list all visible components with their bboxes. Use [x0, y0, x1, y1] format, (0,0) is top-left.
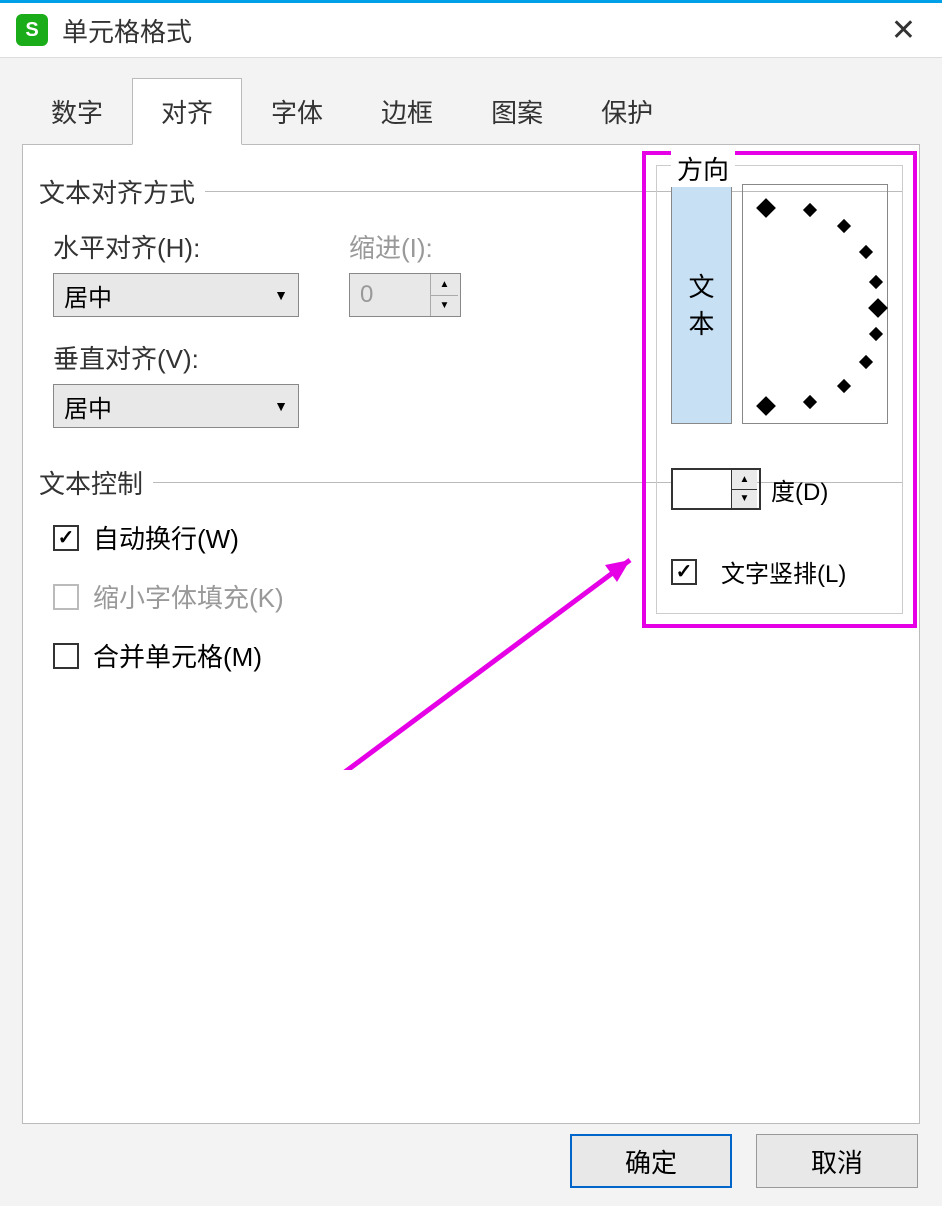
- wrap-text-label: 自动换行(W): [93, 519, 239, 556]
- vertical-align-value: 居中: [64, 389, 112, 424]
- tab-bar: 数字 对齐 字体 边框 图案 保护: [22, 78, 942, 145]
- shrink-fit-checkbox: [53, 584, 79, 610]
- vertical-layout-checkbox[interactable]: [671, 559, 697, 585]
- orientation-preview: 文 本: [671, 184, 888, 424]
- indent-label: 缩进(I):: [349, 228, 461, 265]
- arc-point-icon: [837, 379, 851, 393]
- text-control-label: 文本控制: [39, 464, 143, 501]
- window-title: 单元格格式: [62, 12, 192, 49]
- merge-cells-checkbox[interactable]: [53, 643, 79, 669]
- tab-number[interactable]: 数字: [22, 78, 132, 145]
- arc-point-icon: [869, 275, 883, 289]
- content-area: 数字 对齐 字体 边框 图案 保护 文本对齐方式 水平对齐(H): 居中 缩进(…: [0, 58, 942, 1206]
- orientation-arc[interactable]: [742, 184, 888, 424]
- degree-down-icon[interactable]: ▼: [732, 490, 757, 509]
- arc-point-icon: [837, 219, 851, 233]
- wrap-text-checkbox[interactable]: [53, 525, 79, 551]
- arc-point-icon: [756, 198, 776, 218]
- tab-border[interactable]: 边框: [352, 78, 462, 145]
- titlebar: S 单元格格式 ✕: [0, 0, 942, 58]
- degree-spinner[interactable]: ▲ ▼: [671, 468, 761, 510]
- merge-cells-row: 合并单元格(M): [53, 637, 903, 674]
- vertical-layout-label: 文字竖排(L): [721, 554, 846, 589]
- vertical-text-char-2: 本: [689, 304, 715, 341]
- vertical-align-select[interactable]: 居中: [53, 384, 299, 428]
- degree-label: 度(D): [771, 472, 828, 507]
- arc-point-icon: [859, 355, 873, 369]
- arc-point-icon: [756, 396, 776, 416]
- orientation-legend: 方向: [671, 150, 735, 187]
- tab-font[interactable]: 字体: [242, 78, 352, 145]
- arc-point-icon: [869, 327, 883, 341]
- dialog-buttons: 确定 取消: [570, 1134, 918, 1188]
- vertical-layout-row: 文字竖排(L): [671, 554, 888, 589]
- app-icon: S: [16, 14, 48, 46]
- indent-down-icon[interactable]: ▼: [431, 296, 458, 317]
- merge-cells-label: 合并单元格(M): [93, 637, 262, 674]
- orientation-highlight: 方向 文 本: [642, 151, 917, 628]
- vertical-text-sample-box[interactable]: 文 本: [671, 184, 732, 424]
- horizontal-align-value: 居中: [64, 278, 112, 313]
- degree-row: ▲ ▼ 度(D): [671, 468, 888, 510]
- arc-point-icon: [859, 245, 873, 259]
- close-icon[interactable]: ✕: [881, 9, 926, 52]
- arc-point-icon: [868, 298, 888, 318]
- tab-protection[interactable]: 保护: [572, 78, 682, 145]
- tab-alignment[interactable]: 对齐: [132, 78, 242, 145]
- horizontal-align-label: 水平对齐(H):: [53, 228, 299, 265]
- cancel-button[interactable]: 取消: [756, 1134, 918, 1188]
- indent-input[interactable]: [350, 274, 430, 316]
- orientation-fieldset: 方向 文 本: [656, 165, 903, 614]
- arc-point-icon: [803, 395, 817, 409]
- degree-input[interactable]: [673, 470, 731, 508]
- ok-button[interactable]: 确定: [570, 1134, 732, 1188]
- degree-up-icon[interactable]: ▲: [732, 470, 757, 490]
- indent-up-icon[interactable]: ▲: [431, 274, 458, 296]
- text-align-label: 文本对齐方式: [39, 173, 195, 210]
- horizontal-align-select[interactable]: 居中: [53, 273, 299, 317]
- alignment-panel: 文本对齐方式 水平对齐(H): 居中 缩进(I): ▲ ▼: [22, 144, 920, 1124]
- vertical-text-char-1: 文: [689, 267, 715, 304]
- shrink-fit-label: 缩小字体填充(K): [93, 578, 284, 615]
- arc-point-icon: [803, 203, 817, 217]
- indent-spinner[interactable]: ▲ ▼: [349, 273, 461, 317]
- tab-pattern[interactable]: 图案: [462, 78, 572, 145]
